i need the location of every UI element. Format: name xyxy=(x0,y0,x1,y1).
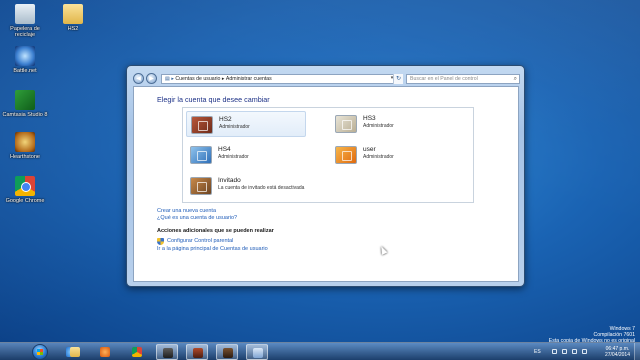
show-desktop-button[interactable] xyxy=(634,343,640,360)
account-tile-hs3[interactable]: HS3 Administrador xyxy=(331,111,451,137)
breadcrumb-separator-icon: ▸ xyxy=(221,76,225,82)
clock-date: 27/04/2014 xyxy=(604,352,630,358)
recycle-bin-icon xyxy=(15,4,35,24)
create-account-link[interactable]: Crear una nueva cuenta xyxy=(157,208,216,214)
taskbar-button-media-player[interactable] xyxy=(94,344,116,360)
account-picture xyxy=(335,146,357,164)
account-name: Invitado xyxy=(218,177,241,184)
taskbar-button-app1[interactable] xyxy=(156,344,178,360)
forward-button[interactable]: ▶ xyxy=(146,73,157,84)
chrome-icon xyxy=(15,176,35,196)
parental-control-link[interactable]: Configurar Control parental xyxy=(167,238,233,244)
desktop-icon-label: Battle.net xyxy=(13,68,37,74)
account-name: user xyxy=(363,146,376,153)
address-bar[interactable]: ▤ ▸ Cuentas de usuario ▸ Administrar cue… xyxy=(161,74,403,84)
search-icon[interactable]: ⌕ xyxy=(514,75,517,83)
explorer-icon xyxy=(70,347,80,357)
what-is-account-link[interactable]: ¿Qué es una cuenta de usuario? xyxy=(157,215,237,221)
account-name: HS3 xyxy=(363,115,376,122)
search-placeholder: Buscar en el Panel de control xyxy=(410,76,478,82)
window-content: Elegir la cuenta que desee cambiar HS2 A… xyxy=(133,86,519,282)
account-name: HS2 xyxy=(219,116,232,123)
desktop-icon-label: Hearthstone xyxy=(10,154,40,160)
desktop-icon-label: Camtasia Studio 8 xyxy=(2,112,48,118)
desktop-icon-label: HS2 xyxy=(67,26,79,32)
desktop-icon-chrome[interactable]: Google Chrome xyxy=(2,176,48,204)
control-panel-window: ◀ ▶ ▤ ▸ Cuentas de usuario ▸ Administrar… xyxy=(126,65,525,287)
notification-arrow-icon[interactable] xyxy=(552,349,557,354)
account-tile-hs4[interactable]: HS4 Administrador xyxy=(186,142,306,168)
app-icon xyxy=(163,348,173,358)
start-button[interactable] xyxy=(32,344,48,360)
navigation-bar: ◀ ▶ ▤ ▸ Cuentas de usuario ▸ Administrar… xyxy=(131,73,520,85)
app-icon xyxy=(223,348,233,358)
account-picture xyxy=(191,116,213,134)
additional-actions-title: Acciones adicionales que se pueden reali… xyxy=(157,228,274,234)
account-role: Administrador xyxy=(218,154,249,160)
account-tile-invitado[interactable]: Invitado La cuenta de invitado está desa… xyxy=(186,173,326,199)
hearthstone-icon xyxy=(15,132,35,152)
system-tray: ES 06:47 p.m. 27/04/2014 xyxy=(530,343,640,360)
accounts-panel: HS2 Administrador HS3 Administrador HS4 … xyxy=(182,107,474,203)
volume-icon[interactable] xyxy=(572,349,577,354)
clock[interactable]: 06:47 p.m. 27/04/2014 xyxy=(605,346,630,358)
control-panel-icon xyxy=(253,348,263,358)
battlenet-icon xyxy=(15,46,35,66)
account-role: Administrador xyxy=(363,154,394,160)
language-indicator[interactable]: ES xyxy=(534,349,541,355)
taskbar-button-explorer[interactable] xyxy=(64,344,86,360)
desktop-icon-recycle-bin[interactable]: Papelera de reciclaje xyxy=(2,4,48,38)
chrome-icon xyxy=(132,347,142,357)
app-icon xyxy=(193,348,203,358)
account-name: HS4 xyxy=(218,146,231,153)
network-icon[interactable] xyxy=(562,349,567,354)
taskbar-button-chrome[interactable] xyxy=(126,344,148,360)
account-tile-user[interactable]: user Administrador xyxy=(331,142,451,168)
search-input[interactable]: Buscar en el Panel de control ⌕ xyxy=(406,74,520,84)
account-picture xyxy=(335,115,357,133)
media-player-icon xyxy=(100,347,110,357)
desktop-icon-battlenet[interactable]: Battle.net xyxy=(2,46,48,74)
desktop-icon-hearthstone[interactable]: Hearthstone xyxy=(2,132,48,160)
account-role: La cuenta de invitado está desactivada xyxy=(218,185,305,191)
taskbar-button-control-panel[interactable] xyxy=(246,344,268,360)
back-button[interactable]: ◀ xyxy=(133,73,144,84)
account-role: Administrador xyxy=(363,123,394,129)
account-tile-hs2[interactable]: HS2 Administrador xyxy=(186,111,306,137)
taskbar-button-app2[interactable] xyxy=(186,344,208,360)
refresh-icon[interactable]: ↻ xyxy=(393,74,403,84)
camtasia-icon xyxy=(15,90,35,110)
folder-icon xyxy=(63,4,83,24)
breadcrumb-item[interactable]: Administrar cuentas xyxy=(226,75,272,83)
action-center-icon[interactable] xyxy=(582,349,587,354)
desktop-icon-label: Papelera de reciclaje xyxy=(10,26,40,38)
taskbar-button-app3[interactable] xyxy=(216,344,238,360)
taskbar: ES 06:47 p.m. 27/04/2014 xyxy=(0,342,640,360)
account-role: Administrador xyxy=(219,124,250,130)
breadcrumb-item[interactable]: Cuentas de usuario xyxy=(175,75,220,83)
account-picture xyxy=(190,146,212,164)
desktop-icon-label: Google Chrome xyxy=(5,198,45,204)
breadcrumb-root-icon: ▤ ▸ xyxy=(165,76,174,82)
desktop-icon-camtasia[interactable]: Camtasia Studio 8 xyxy=(2,90,48,118)
desktop-icon-hs2[interactable]: HS2 xyxy=(50,4,96,32)
account-picture xyxy=(190,177,212,195)
shield-icon xyxy=(157,238,164,245)
page-title: Elegir la cuenta que desee cambiar xyxy=(157,95,270,104)
main-page-link[interactable]: Ir a la página principal de Cuentas de u… xyxy=(157,246,268,252)
